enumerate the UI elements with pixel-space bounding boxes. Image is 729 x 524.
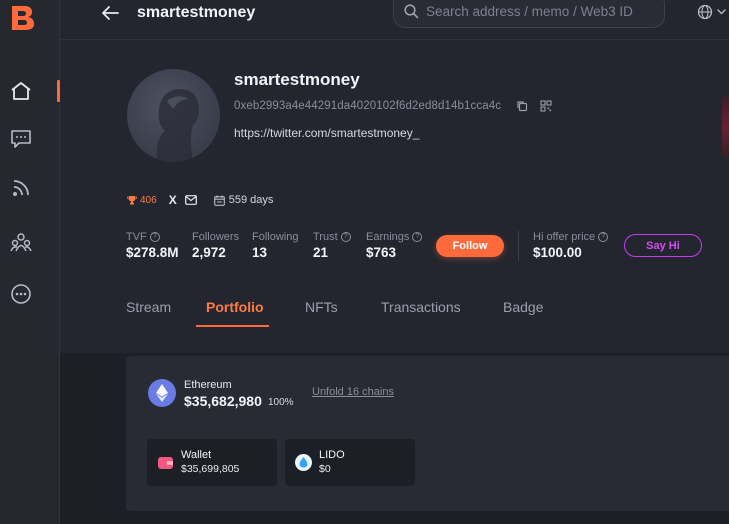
trophy-count: 406	[140, 194, 157, 206]
follow-button[interactable]: Follow	[436, 235, 504, 257]
page-title: smartestmoney	[137, 4, 256, 21]
asset-card-lido[interactable]: LIDO $0	[285, 439, 415, 486]
stat-value: $278.8M	[126, 245, 179, 260]
asset-value: $0	[319, 463, 331, 475]
wallet-address: 0xeb2993a4e44291da4020102f6d2ed8d14b1cca…	[234, 100, 502, 112]
feed-icon[interactable]	[9, 176, 33, 200]
say-hi-button[interactable]: Say Hi	[624, 234, 702, 257]
stat-label: TVF	[126, 231, 147, 243]
chain-name: Ethereum	[184, 379, 232, 391]
mail-icon[interactable]	[184, 195, 197, 205]
stat-tvf[interactable]: TVF? $278.8M	[126, 231, 179, 260]
top-bar: smartestmoney Search address / memo / We…	[60, 0, 729, 40]
stat-label: Trust	[313, 231, 338, 243]
stats-divider	[518, 231, 519, 261]
trophy-icon	[127, 196, 137, 205]
tab-portfolio[interactable]: Portfolio	[206, 299, 264, 315]
tab-nfts[interactable]: NFTs	[305, 299, 338, 315]
portfolio-section: Ethereum $35,682,980 100% Unfold 16 chai…	[60, 353, 729, 524]
stat-value: 21	[313, 245, 329, 260]
profile-name: smartestmoney	[234, 70, 360, 89]
tab-stream[interactable]: Stream	[126, 299, 171, 315]
asset-name: Wallet	[181, 449, 212, 461]
home-icon[interactable]	[9, 79, 33, 103]
banner-edge	[722, 96, 729, 156]
profile-main: smartestmoney 0xeb2993a4e44291da4020102f…	[60, 41, 729, 524]
stat-value: 2,972	[192, 245, 226, 260]
hi-offer-price: Hi offer price? $100.00	[533, 231, 609, 260]
profile-badges: 406 X 559 days	[127, 191, 273, 209]
hi-offer-label: Hi offer price	[533, 231, 596, 243]
ethereum-icon	[148, 379, 176, 407]
active-tab-underline	[196, 325, 269, 327]
help-icon[interactable]: ?	[412, 232, 423, 242]
help-icon[interactable]: ?	[598, 232, 609, 242]
chain-value: $35,682,980	[184, 393, 262, 409]
tab-badge[interactable]: Badge	[503, 299, 543, 315]
qr-code-icon[interactable]	[540, 100, 552, 112]
copy-icon[interactable]	[516, 100, 528, 112]
wallet-icon	[158, 457, 173, 469]
stat-earnings[interactable]: Earnings? $763	[366, 231, 423, 260]
asset-name: LIDO	[319, 449, 345, 461]
search-placeholder: Search address / memo / Web3 ID	[426, 4, 633, 19]
lido-icon	[295, 454, 312, 471]
stat-value: 13	[252, 245, 268, 260]
stat-label: Followers	[192, 231, 240, 243]
asset-value: $35,699,805	[181, 463, 240, 475]
account-age: 559 days	[213, 194, 274, 206]
asset-card-wallet[interactable]: Wallet $35,699,805	[147, 439, 277, 486]
more-icon[interactable]	[9, 282, 33, 306]
search-input[interactable]: Search address / memo / Web3 ID	[393, 0, 665, 28]
back-arrow-icon[interactable]	[100, 5, 120, 21]
days-count: 559 days	[228, 194, 274, 206]
twitter-link[interactable]: https://twitter.com/smartestmoney_	[234, 126, 419, 140]
calendar-icon	[213, 195, 225, 206]
help-icon[interactable]: ?	[340, 232, 351, 242]
hi-offer-value: $100.00	[533, 245, 582, 260]
stat-following[interactable]: Following 13	[252, 231, 298, 260]
stat-followers[interactable]: Followers 2,972	[192, 231, 239, 260]
portfolio-card: Ethereum $35,682,980 100% Unfold 16 chai…	[126, 356, 729, 511]
stat-trust[interactable]: Trust? 21	[313, 231, 351, 260]
x-social-icon[interactable]: X	[169, 193, 177, 207]
help-icon[interactable]: ?	[149, 232, 160, 242]
language-globe-icon[interactable]	[697, 4, 729, 22]
avatar-silhouette-icon	[156, 89, 200, 162]
stat-value: $763	[366, 245, 397, 260]
chat-icon[interactable]	[9, 127, 33, 151]
chain-percent: 100%	[268, 397, 294, 408]
trophy-badge[interactable]: 406	[127, 195, 157, 206]
avatar	[127, 69, 220, 162]
unfold-chains-link[interactable]: Unfold 16 chains	[312, 386, 394, 398]
app-logo-icon[interactable]	[10, 4, 36, 32]
sidebar	[0, 0, 60, 524]
stat-label: Earnings	[366, 231, 410, 243]
stat-label: Following	[252, 231, 299, 243]
search-icon	[404, 4, 419, 19]
community-icon[interactable]	[9, 230, 33, 254]
tab-transactions[interactable]: Transactions	[381, 299, 461, 315]
